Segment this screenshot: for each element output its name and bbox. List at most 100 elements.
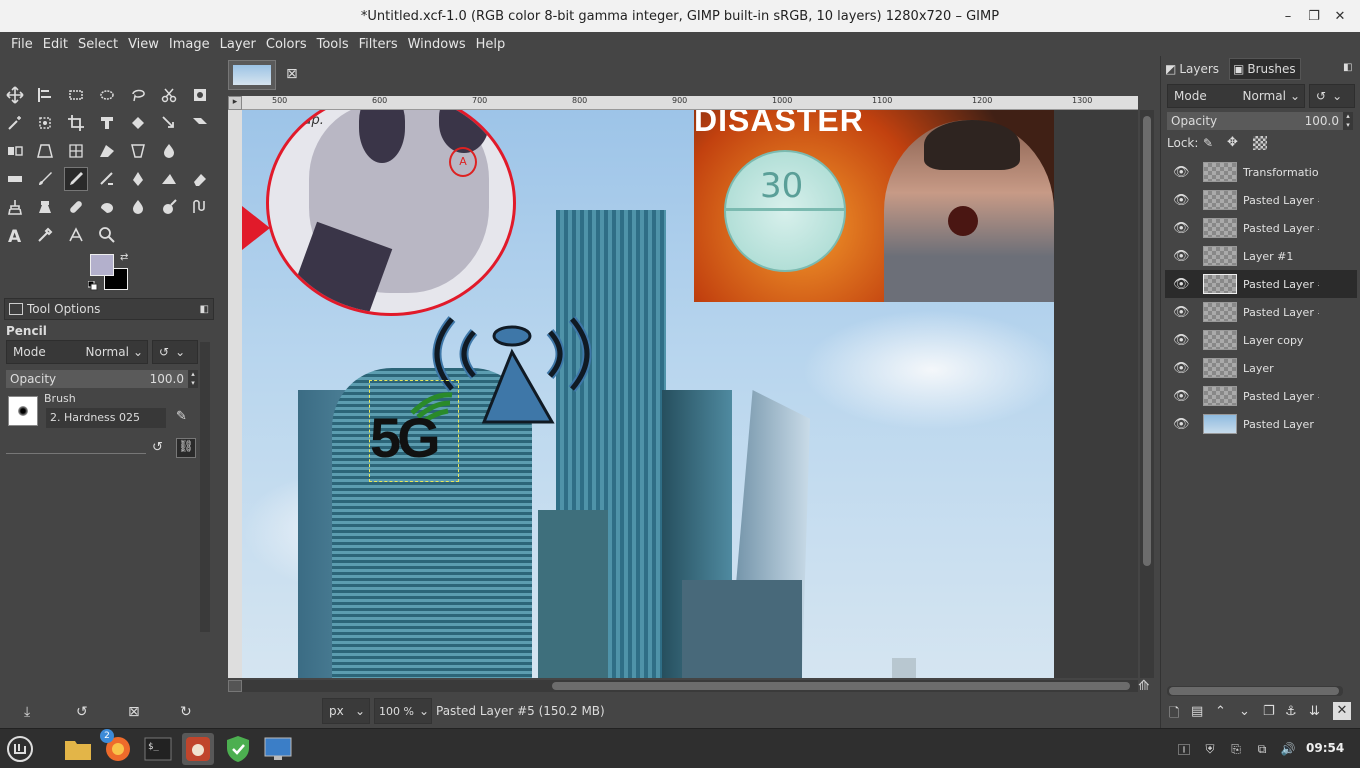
duplicate-layer-icon[interactable]: ❐ [1263, 704, 1275, 719]
quick-mask-corner-icon[interactable]: ▸ [228, 96, 242, 110]
clipboard-icon[interactable]: ⎘ [1226, 739, 1246, 759]
menu-view[interactable]: View [123, 37, 164, 52]
gradient-icon[interactable] [126, 139, 150, 163]
mode-reset-dropdown[interactable]: ↺ ⌄ [152, 340, 198, 364]
reset-tool-options-icon[interactable]: ↻ [180, 704, 192, 720]
opacity-spinner[interactable]: ▴ ▾ [188, 370, 198, 388]
layer-composite-dropdown[interactable]: ↺ ⌄ [1309, 84, 1355, 108]
lasso-icon[interactable] [126, 83, 150, 107]
volume-icon[interactable]: 🔊 [1278, 739, 1298, 759]
crop-icon[interactable] [64, 111, 88, 135]
horizontal-scrollbar[interactable] [242, 680, 1138, 692]
firefox-icon[interactable]: 2 [100, 729, 134, 765]
restore-tool-preset-icon[interactable]: ↺ [76, 704, 88, 720]
zoom-icon[interactable] [95, 223, 119, 247]
lock-position-icon[interactable]: ✥ [1227, 135, 1238, 150]
layer-row[interactable]: 👁 Pasted Layer # [1165, 214, 1357, 242]
menu-edit[interactable]: Edit [38, 37, 73, 52]
terminal-icon[interactable]: $_ [142, 733, 174, 765]
dodge-burn-icon[interactable] [126, 195, 150, 219]
airbrush-icon[interactable] [95, 167, 119, 191]
gimp-taskbar-icon[interactable] [182, 733, 214, 765]
lower-layer-icon[interactable]: ⌄ [1239, 704, 1250, 719]
opacity-slider[interactable]: Opacity 100.0 [6, 370, 188, 388]
anchor-layer-icon[interactable]: ⚓ [1285, 704, 1297, 719]
layer-row[interactable]: 👁 Layer copy [1165, 326, 1357, 354]
eye-icon[interactable]: 👁 [1173, 165, 1190, 180]
menu-image[interactable]: Image [164, 37, 215, 52]
merge-layer-icon[interactable]: ⇊ [1309, 704, 1320, 719]
measure-icon[interactable] [64, 223, 88, 247]
lock-pixels-icon[interactable]: ✎ [1203, 136, 1213, 150]
layer-mode-dropdown[interactable]: Mode Normal ⌄ [1167, 84, 1305, 108]
smudge-tool-icon[interactable] [157, 195, 181, 219]
blur-icon[interactable] [95, 195, 119, 219]
ellipse-select-icon[interactable] [95, 83, 119, 107]
eye-icon[interactable]: 👁 [1173, 305, 1190, 320]
menu-filters[interactable]: Filters [354, 37, 403, 52]
lock-alpha-icon[interactable] [1253, 136, 1267, 150]
save-tool-preset-icon[interactable]: ⤓ [24, 704, 30, 720]
delete-layer-icon[interactable]: ✕ [1333, 702, 1351, 720]
cage-transform-icon[interactable] [64, 139, 88, 163]
menu-help[interactable]: Help [471, 37, 511, 52]
new-layer-group-icon[interactable]: ▤ [1191, 704, 1203, 719]
layer-row[interactable]: 👁 Transformation [1165, 158, 1357, 186]
tool-options-scrollbar[interactable] [200, 342, 210, 632]
layer-row[interactable]: 👁 Pasted Layer # [1165, 298, 1357, 326]
fuzzy-select-icon[interactable] [3, 111, 27, 135]
menu-file[interactable]: File [6, 37, 38, 52]
paths-icon[interactable] [188, 195, 212, 219]
brush-preview[interactable] [8, 396, 38, 426]
close-window-icon[interactable]: ✕ [1330, 6, 1350, 26]
foreground-select-icon[interactable] [188, 83, 212, 107]
menu-layer[interactable]: Layer [215, 37, 261, 52]
delete-tool-preset-icon[interactable]: ⊠ [128, 704, 140, 720]
image-content[interactable]: A Sup. DISASTER 30 5G [242, 110, 1054, 678]
keyboard-layout-icon[interactable]: 🄸 [1174, 739, 1194, 759]
eye-icon[interactable]: 👁 [1173, 221, 1190, 236]
shear-icon[interactable] [188, 111, 212, 135]
scale-icon[interactable] [157, 111, 181, 135]
menu-select[interactable]: Select [73, 37, 123, 52]
brush-name-field[interactable]: 2. Hardness 025 [46, 408, 166, 428]
network-icon[interactable]: ⧉ [1252, 739, 1272, 759]
brush-size-slider[interactable] [6, 440, 146, 454]
align-tool-icon[interactable] [33, 83, 57, 107]
layer-row[interactable]: 👁 Pasted Layer [1165, 410, 1357, 438]
brushes-tab[interactable]: ▣ Brushes [1229, 58, 1301, 80]
eye-icon[interactable]: 👁 [1173, 361, 1190, 376]
maximize-icon[interactable]: ❐ [1304, 6, 1324, 26]
vertical-scrollbar[interactable] [1140, 110, 1154, 678]
unified-transform-icon[interactable] [95, 111, 119, 135]
edit-brush-icon[interactable]: ✎ [176, 409, 187, 424]
layer-row[interactable]: 👁 Pasted Layer # [1165, 186, 1357, 214]
configure-tab-icon[interactable]: ◧ [1343, 62, 1352, 73]
pencil-icon[interactable] [64, 167, 88, 191]
mint-menu-icon[interactable] [4, 733, 36, 765]
warp-transform-icon[interactable] [126, 111, 150, 135]
security-shield-icon[interactable]: ⛨ [1200, 739, 1220, 759]
canvas[interactable]: A Sup. DISASTER 30 5G [242, 110, 1138, 678]
close-image-tab-icon[interactable]: ⊠ [286, 66, 298, 82]
menu-tools[interactable]: Tools [312, 37, 354, 52]
heal-icon[interactable] [64, 195, 88, 219]
quick-mask-toggle[interactable] [228, 680, 242, 692]
new-layer-icon[interactable]: 🗋 [1169, 704, 1179, 726]
bucket-fill-icon[interactable] [95, 139, 119, 163]
default-colors-icon[interactable] [87, 280, 98, 291]
image-tab-thumbnail[interactable] [228, 60, 276, 90]
layer-opacity-spinner[interactable]: ▴ ▾ [1343, 112, 1353, 130]
eye-icon[interactable]: 👁 [1173, 389, 1190, 404]
eye-icon[interactable]: 👁 [1173, 277, 1190, 292]
eye-icon[interactable]: 👁 [1173, 249, 1190, 264]
tool-options-tab[interactable]: Tool Options ◧ [4, 298, 214, 320]
swap-colors-icon[interactable]: ⇄ [120, 252, 128, 263]
layer-row[interactable]: 👁 Pasted Layer # [1165, 382, 1357, 410]
eraser-icon[interactable] [188, 167, 212, 191]
display-settings-icon[interactable] [262, 733, 294, 765]
files-folder-icon[interactable] [62, 733, 94, 765]
shield-vpn-icon[interactable] [222, 733, 254, 765]
layer-boundary-selection[interactable]: 5G [369, 380, 459, 482]
scissors-icon[interactable] [157, 83, 181, 107]
